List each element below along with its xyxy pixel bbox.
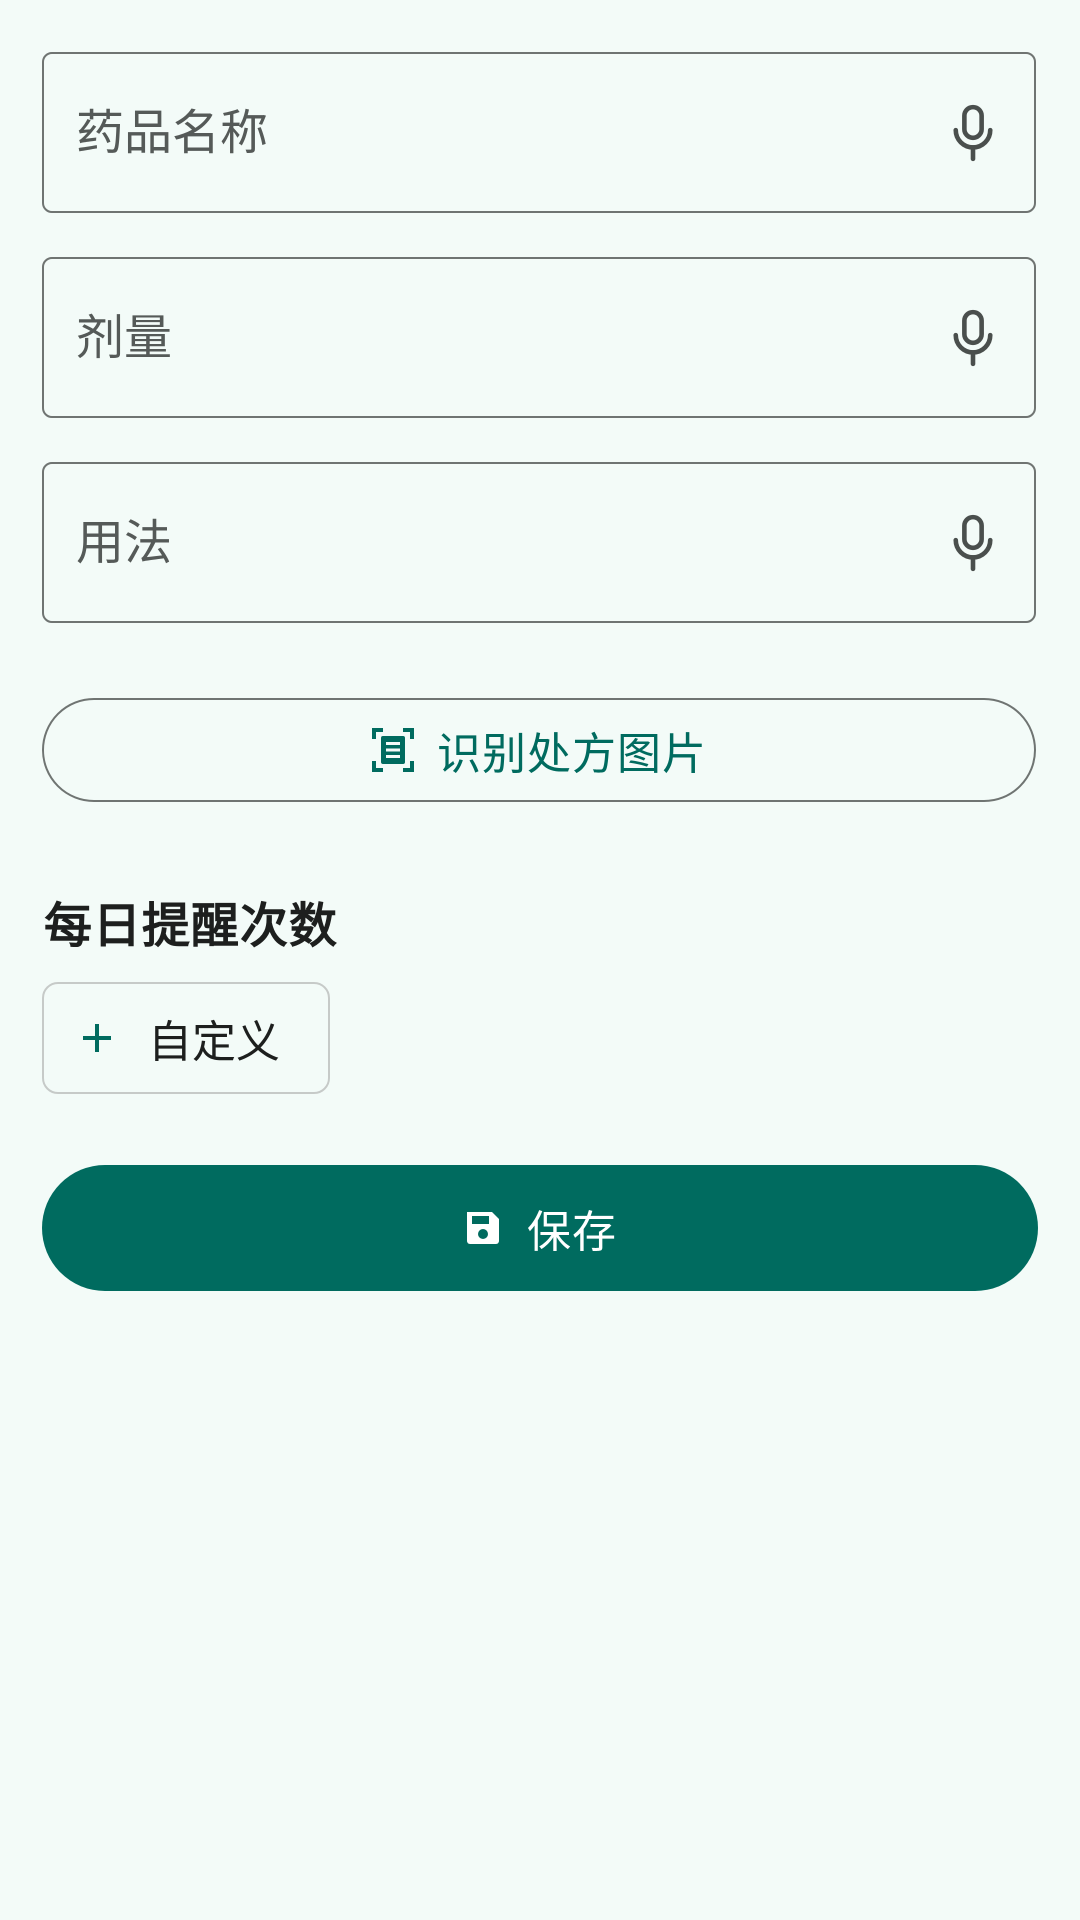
custom-reminder-chip[interactable]: 自定义 <box>42 982 330 1094</box>
plus-icon <box>83 1024 111 1052</box>
mic-icon[interactable] <box>950 514 996 572</box>
mic-icon[interactable] <box>950 309 996 367</box>
scan-prescription-button[interactable]: 识别处方图片 <box>42 698 1036 802</box>
reminder-count-title: 每日提醒次数 <box>44 898 339 954</box>
scan-prescription-label: 识别处方图片 <box>437 729 707 780</box>
mic-icon[interactable] <box>950 104 996 162</box>
dosage-field[interactable] <box>42 257 1036 418</box>
save-button[interactable]: 保存 <box>42 1165 1038 1291</box>
usage-field[interactable] <box>42 462 1036 623</box>
document-scanner-icon <box>372 728 414 772</box>
dosage-input[interactable] <box>76 259 924 416</box>
save-label: 保存 <box>527 1207 617 1258</box>
drug-name-input[interactable] <box>76 54 924 211</box>
usage-input[interactable] <box>76 464 924 621</box>
save-icon <box>467 1212 499 1244</box>
drug-name-field[interactable] <box>42 52 1036 213</box>
custom-chip-label: 自定义 <box>148 1017 280 1068</box>
